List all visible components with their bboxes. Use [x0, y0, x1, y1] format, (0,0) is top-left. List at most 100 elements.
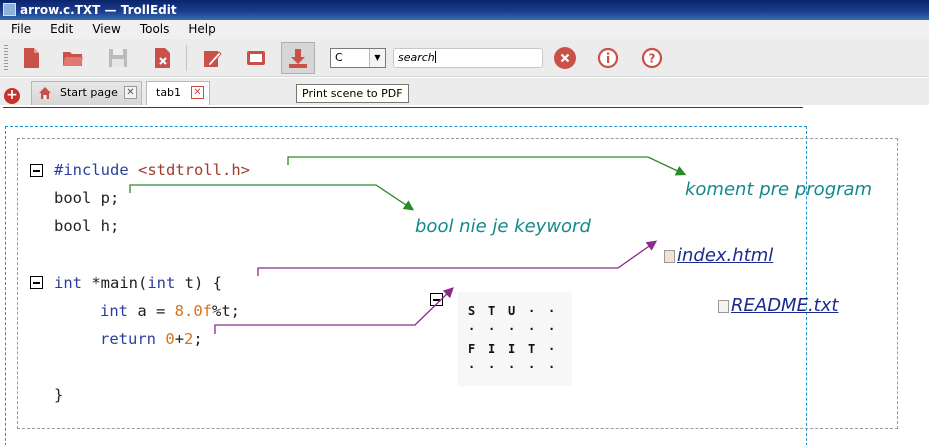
- tooltip: Print scene to PDF: [296, 84, 409, 103]
- keyword-return: return: [100, 330, 156, 348]
- screen-button[interactable]: [239, 42, 273, 74]
- code-line-5[interactable]: int a = 8.0f%t;: [100, 301, 240, 321]
- print-pdf-icon: [289, 49, 307, 68]
- code-line-1[interactable]: #include <stdtroll.h>: [54, 160, 250, 180]
- menu-file[interactable]: File: [4, 20, 37, 39]
- screen-icon: [247, 51, 265, 65]
- tab-bar: + Start page ✕ tab1 ✕: [0, 78, 929, 105]
- title-bar[interactable]: arrow.c.TXT — TrollEdit: [0, 0, 929, 20]
- code-line-closing-brace[interactable]: }: [54, 385, 63, 405]
- matrix-cell: ·: [468, 360, 476, 374]
- help-icon: ?: [641, 47, 663, 69]
- close-tab-icon[interactable]: ✕: [191, 86, 204, 99]
- matrix-cell: ·: [508, 322, 516, 336]
- matrix-cell: T: [488, 304, 496, 318]
- operator: +: [174, 330, 185, 348]
- code-line-2[interactable]: bool p;: [54, 188, 119, 208]
- language-value: C: [335, 51, 343, 64]
- matrix-cell: F: [468, 342, 476, 356]
- number-literal: 2: [184, 330, 194, 348]
- code-text: t) {: [175, 274, 222, 292]
- trolledit-window: arrow.c.TXT — TrollEdit File Edit View Tool…: [0, 0, 929, 445]
- toolbar-grip[interactable]: [4, 45, 8, 71]
- close-file-button[interactable]: [145, 42, 179, 74]
- matrix-cell: ·: [528, 322, 536, 336]
- code-line-3[interactable]: bool h;: [54, 216, 119, 236]
- language-select[interactable]: C ▼: [330, 48, 386, 68]
- info-icon: [597, 47, 619, 69]
- home-icon: [39, 87, 51, 99]
- keyword-include: #include: [54, 161, 129, 179]
- menu-edit[interactable]: Edit: [43, 20, 79, 39]
- app-icon: [3, 3, 16, 16]
- code-text: ;: [193, 330, 203, 348]
- chevron-down-icon[interactable]: ▼: [369, 49, 385, 67]
- edit-icon: [204, 51, 222, 67]
- open-file-button[interactable]: [56, 42, 90, 74]
- svg-text:?: ?: [649, 52, 656, 66]
- include-header: <stdtroll.h>: [138, 161, 250, 179]
- matrix-cell: ·: [548, 304, 556, 318]
- menu-help[interactable]: Help: [181, 20, 221, 39]
- matrix-cell: ·: [548, 322, 556, 336]
- matrix-cell: U: [508, 304, 516, 318]
- code-line-4[interactable]: int *main(int t) {: [54, 273, 222, 293]
- tab-tab1-label: tab1: [156, 86, 182, 99]
- edit-button[interactable]: [195, 42, 229, 74]
- window-title: arrow.c.TXT — TrollEdit: [20, 3, 177, 17]
- search-input[interactable]: search: [393, 48, 543, 68]
- menu-bar: File Edit View Tools Help: [0, 20, 929, 39]
- keyword-int: int: [100, 302, 128, 320]
- html-file-icon: [664, 250, 675, 263]
- tab-tab1[interactable]: tab1 ✕: [146, 81, 210, 105]
- matrix-cell: ·: [528, 304, 536, 318]
- matrix-cell: S: [468, 304, 476, 318]
- save-icon: [109, 49, 127, 67]
- tab-start-page[interactable]: Start page ✕: [31, 81, 142, 105]
- matrix-cell: ·: [548, 360, 556, 374]
- open-folder-icon: [63, 52, 83, 66]
- search-value: search: [398, 51, 435, 64]
- clear-search-button[interactable]: [554, 47, 576, 69]
- letter-matrix[interactable]: S T U · · · · · · · F I I T · · · · · ·: [458, 292, 572, 386]
- link-readme[interactable]: README.txt: [731, 295, 838, 316]
- number-literal: 8.0f: [174, 302, 212, 320]
- close-file-icon: [155, 48, 170, 68]
- editor-top-border: [3, 107, 803, 108]
- close-icon: [555, 48, 575, 68]
- code-text: *main(: [82, 274, 148, 292]
- keyword-int: int: [54, 274, 82, 292]
- matrix-cell: ·: [488, 322, 496, 336]
- toolbar-separator: [186, 45, 187, 71]
- tab-start-page-label: Start page: [60, 86, 118, 99]
- matrix-cell: ·: [488, 360, 496, 374]
- code-text: a =: [128, 302, 175, 320]
- fold-toggle-main[interactable]: [30, 276, 43, 289]
- code-text: %t;: [212, 302, 240, 320]
- matrix-cell: ·: [528, 360, 536, 374]
- help-button[interactable]: ?: [641, 47, 663, 69]
- menu-view[interactable]: View: [85, 20, 126, 39]
- matrix-cell: ·: [468, 322, 476, 336]
- text-file-icon: [718, 300, 729, 313]
- close-tab-icon[interactable]: ✕: [124, 86, 137, 99]
- text-cursor: [434, 51, 436, 63]
- new-file-icon: [24, 48, 39, 68]
- info-button[interactable]: [597, 47, 619, 69]
- keyword-int: int: [147, 274, 176, 292]
- matrix-cell: I: [508, 342, 516, 356]
- comment-bool[interactable]: bool nie je keyword: [415, 216, 591, 237]
- save-button[interactable]: [101, 42, 135, 74]
- fold-toggle-include[interactable]: [30, 164, 43, 177]
- add-tab-button[interactable]: +: [4, 88, 20, 104]
- comment-program[interactable]: koment pre program: [685, 179, 872, 200]
- link-index-html[interactable]: index.html: [677, 245, 773, 266]
- matrix-cell: ·: [508, 360, 516, 374]
- code-line-6[interactable]: return 0+2;: [100, 329, 203, 349]
- number-literal: 0: [165, 330, 175, 348]
- fold-toggle-matrix[interactable]: [430, 293, 443, 306]
- new-file-button[interactable]: [14, 42, 48, 74]
- print-pdf-button[interactable]: [281, 42, 315, 74]
- menu-tools[interactable]: Tools: [133, 20, 176, 39]
- matrix-cell: ·: [548, 342, 556, 356]
